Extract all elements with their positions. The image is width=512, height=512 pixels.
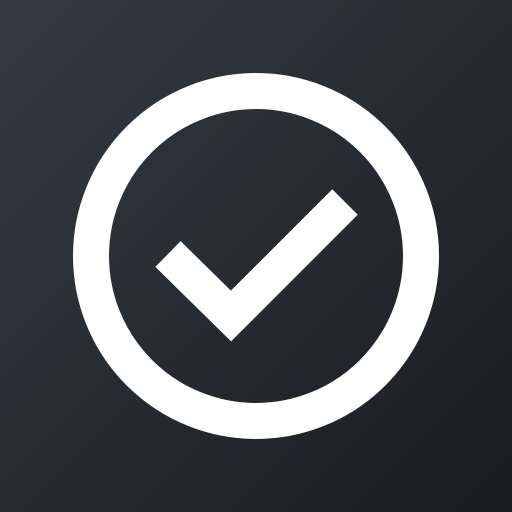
checkmark [155, 189, 358, 342]
app-icon[interactable] [0, 0, 512, 512]
check-circle-icon [73, 73, 439, 439]
circle-outline [73, 73, 439, 439]
